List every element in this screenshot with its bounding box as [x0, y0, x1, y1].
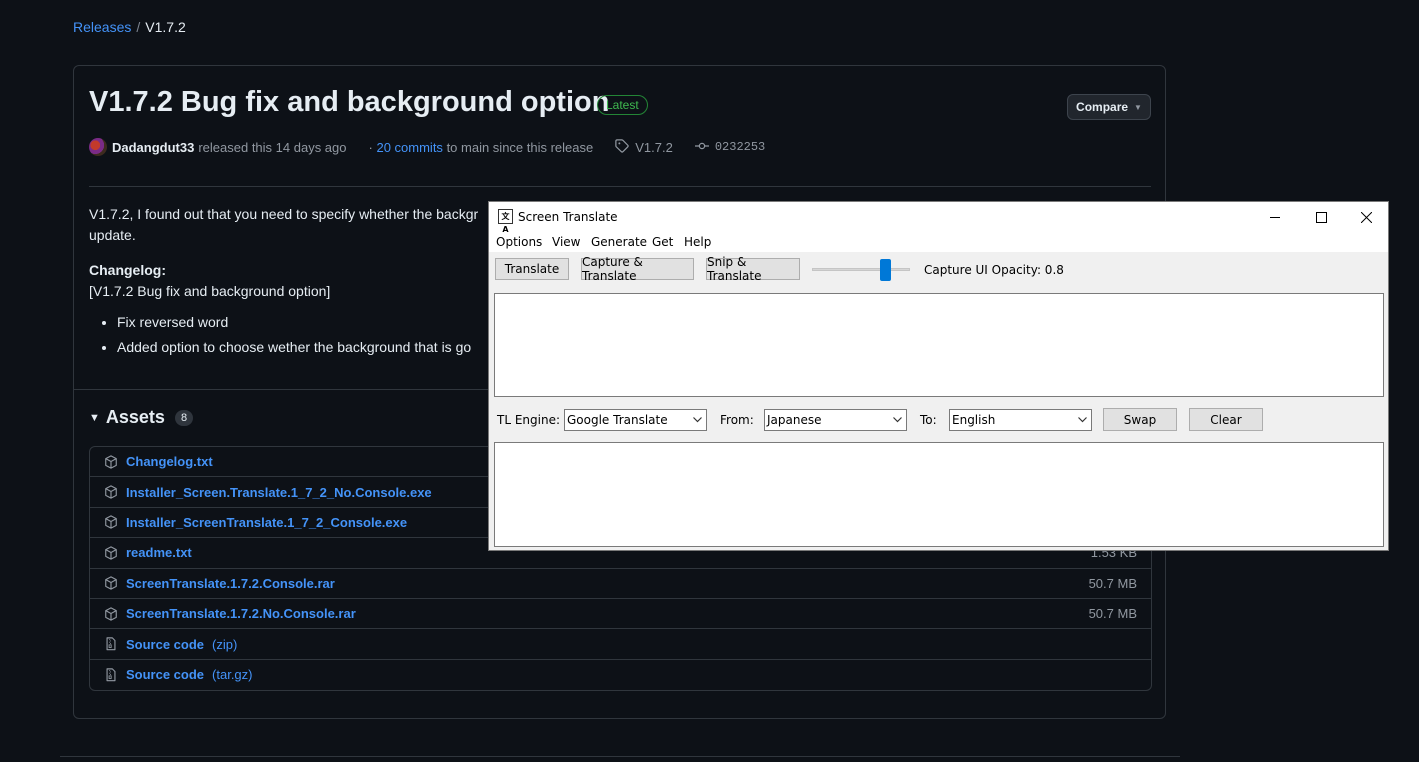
menu-options[interactable]: Options [496, 235, 542, 249]
assets-label: Assets [105, 407, 165, 427]
tl-engine-select[interactable]: Google Translate [564, 409, 707, 431]
breadcrumb-separator: / [136, 19, 141, 35]
snip-translate-button[interactable]: Snip & Translate [706, 255, 800, 283]
commits-prefix: · [368, 139, 373, 155]
asset-link[interactable]: readme.txt [126, 545, 192, 560]
assets-toggle[interactable]: ▼ Assets 8 [89, 407, 194, 428]
menubar: Options View Generate Get Help [489, 232, 1388, 252]
menu-view[interactable]: View [552, 235, 580, 249]
commits-link[interactable]: 20 commits [376, 140, 442, 155]
swap-button[interactable]: Swap [1103, 408, 1177, 431]
breadcrumb-releases-link[interactable]: Releases [73, 19, 131, 35]
file-zip-icon [104, 668, 120, 682]
opacity-label: Capture UI Opacity: 0.8 [924, 263, 1064, 277]
minimize-button[interactable] [1252, 202, 1298, 232]
tag-icon [615, 138, 629, 156]
from-label: From: [720, 413, 754, 427]
to-language-value: English [952, 413, 996, 427]
translate-button[interactable]: Translate [495, 258, 569, 280]
asset-link[interactable]: Source code [126, 667, 204, 682]
maximize-button[interactable] [1298, 202, 1344, 232]
clear-button[interactable]: Clear [1189, 408, 1263, 431]
from-language-value: Japanese [767, 413, 822, 427]
avatar[interactable] [89, 138, 107, 156]
minimize-icon [1269, 216, 1280, 218]
package-icon [104, 576, 120, 590]
package-icon [104, 606, 120, 621]
caret-down-icon: ▼ [1134, 102, 1142, 112]
git-commit-icon [694, 139, 709, 156]
menu-help[interactable]: Help [684, 235, 711, 249]
tl-engine-value: Google Translate [567, 413, 668, 427]
package-icon [104, 546, 120, 560]
author-link[interactable]: Dadangdut33 [112, 140, 194, 155]
asset-link[interactable]: Source code [126, 637, 204, 652]
asset-row: ScreenTranslate.1.7.2.No.Console.rar 50.7… [90, 599, 1151, 630]
release-title[interactable]: V1.7.2 Bug fix and background option [89, 86, 609, 119]
asset-link[interactable]: Installer_Screen.Translate.1_7_2_No.Cons… [126, 485, 432, 500]
to-label: To: [920, 413, 937, 427]
compare-label: Compare [1076, 100, 1129, 114]
asset-link[interactable]: ScreenTranslate.1.7.2.Console.rar [126, 576, 335, 591]
tag-link[interactable]: V1.7.2 [635, 140, 673, 155]
asset-link[interactable]: Installer_ScreenTranslate.1_7_2_Console.… [126, 515, 407, 530]
from-language-select[interactable]: Japanese [764, 409, 907, 431]
chevron-down-icon [691, 413, 703, 427]
released-text: released this 14 days ago [198, 139, 347, 155]
result-text-area[interactable] [494, 442, 1384, 547]
package-icon [104, 454, 120, 469]
triangle-down-icon: ▼ [89, 411, 100, 424]
maximize-icon [1315, 211, 1327, 223]
capture-translate-button[interactable]: Capture & Translate [581, 255, 694, 283]
chevron-down-icon [1076, 413, 1088, 427]
assets-count-badge: 8 [174, 409, 194, 426]
divider [89, 186, 1151, 187]
source-text-area[interactable] [494, 293, 1384, 397]
compare-button[interactable]: Compare ▼ [1067, 94, 1151, 120]
commits-suffix: to main since this release [446, 139, 594, 155]
chevron-down-icon [891, 413, 903, 427]
menu-generate[interactable]: Generate [591, 235, 647, 249]
asset-ext[interactable]: (tar.gz) [212, 667, 252, 682]
window-title: Screen Translate [518, 210, 618, 224]
asset-row: Source code (tar.gz) [90, 660, 1151, 690]
divider [60, 756, 1180, 757]
package-icon [104, 485, 120, 499]
close-button[interactable] [1343, 202, 1389, 232]
tl-engine-label: TL Engine: [497, 413, 560, 427]
app-icon: 文A [498, 209, 513, 234]
release-meta: Dadangdut33 released this 14 days ago · … [89, 138, 765, 156]
asset-row: Source code (zip) [90, 629, 1151, 660]
to-language-select[interactable]: English [949, 409, 1092, 431]
latest-badge: Latest [597, 95, 648, 115]
file-zip-icon [104, 637, 120, 651]
window-titlebar[interactable]: 文A Screen Translate [489, 202, 1389, 234]
asset-size: 50.7 MB [1088, 606, 1137, 622]
commit-hash-link[interactable]: 0232253 [715, 140, 765, 154]
package-icon [104, 515, 120, 530]
breadcrumb-current: V1.7.2 [145, 19, 186, 35]
asset-ext[interactable]: (zip) [212, 637, 237, 652]
close-icon [1360, 211, 1372, 223]
breadcrumb: Releases / V1.7.2 [73, 19, 186, 35]
asset-link[interactable]: ScreenTranslate.1.7.2.No.Console.rar [126, 606, 356, 621]
asset-link[interactable]: Changelog.txt [126, 454, 213, 469]
opacity-slider-thumb[interactable] [880, 259, 891, 281]
screen-translate-window: 文A Screen Translate Options View Generat… [488, 201, 1389, 551]
asset-row: ScreenTranslate.1.7.2.Console.rar 50.7 MB [90, 569, 1151, 599]
menu-get[interactable]: Get [652, 235, 673, 249]
asset-size: 50.7 MB [1088, 575, 1137, 591]
opacity-slider-track[interactable] [812, 268, 910, 271]
